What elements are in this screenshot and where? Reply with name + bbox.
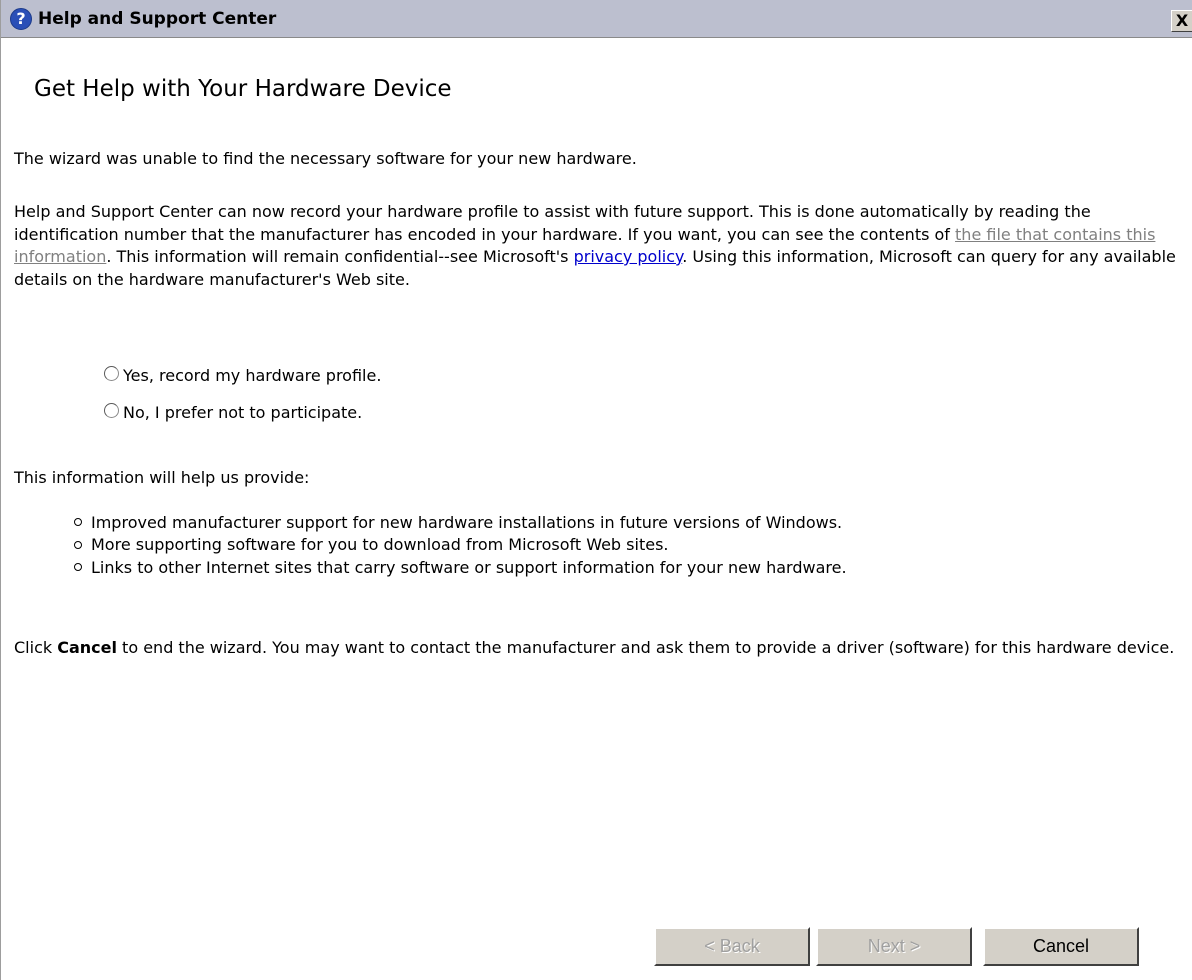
title-bar[interactable]: ? Help and Support Center X (1, 0, 1192, 38)
page-heading: Get Help with Your Hardware Device (34, 76, 452, 102)
list-item: Links to other Internet sites that carry… (74, 556, 847, 579)
cancel-note-bold: Cancel (57, 638, 117, 657)
help-support-window: ? Help and Support Center X Get Help wit… (0, 0, 1192, 980)
help-icon: ? (10, 7, 32, 30)
cancel-note-suffix: to end the wizard. You may want to conta… (116, 638, 1175, 657)
profile-description: Help and Support Center can now record y… (14, 201, 1184, 291)
radio-button[interactable] (104, 403, 119, 418)
benefits-list: Improved manufacturer support for new ha… (74, 511, 847, 579)
benefit-text: More supporting software for you to down… (91, 535, 669, 555)
bullet-icon (74, 518, 82, 527)
option-label[interactable]: No, I prefer not to participate. (123, 403, 362, 422)
close-button[interactable]: X (1171, 10, 1192, 32)
window-title: Help and Support Center (38, 8, 277, 29)
privacy-policy-link[interactable]: privacy policy (574, 247, 683, 266)
radio-button[interactable] (104, 366, 119, 381)
option-label[interactable]: Yes, record my hardware profile. (123, 366, 381, 385)
benefits-intro: This information will help us provide: (14, 468, 310, 487)
next-button[interactable]: Next > (816, 927, 972, 966)
option-yes-record[interactable]: Yes, record my hardware profile. (104, 366, 381, 385)
benefit-text: Improved manufacturer support for new ha… (91, 512, 843, 532)
profile-text-part1: Help and Support Center can now record y… (14, 202, 1091, 244)
profile-text-part2: . This information will remain confident… (106, 247, 574, 266)
benefit-text: Links to other Internet sites that carry… (91, 557, 847, 577)
cancel-note-prefix: Click (14, 638, 58, 657)
cancel-button[interactable]: Cancel (983, 927, 1139, 966)
list-item: Improved manufacturer support for new ha… (74, 511, 847, 534)
option-no-participate[interactable]: No, I prefer not to participate. (104, 403, 362, 422)
list-item: More supporting software for you to down… (74, 534, 847, 557)
intro-text: The wizard was unable to find the necess… (14, 149, 637, 168)
cancel-instructions: Click Cancel to end the wizard. You may … (14, 637, 1184, 660)
back-button[interactable]: < Back (654, 927, 810, 966)
bullet-icon (74, 540, 82, 549)
bullet-icon (74, 563, 82, 572)
